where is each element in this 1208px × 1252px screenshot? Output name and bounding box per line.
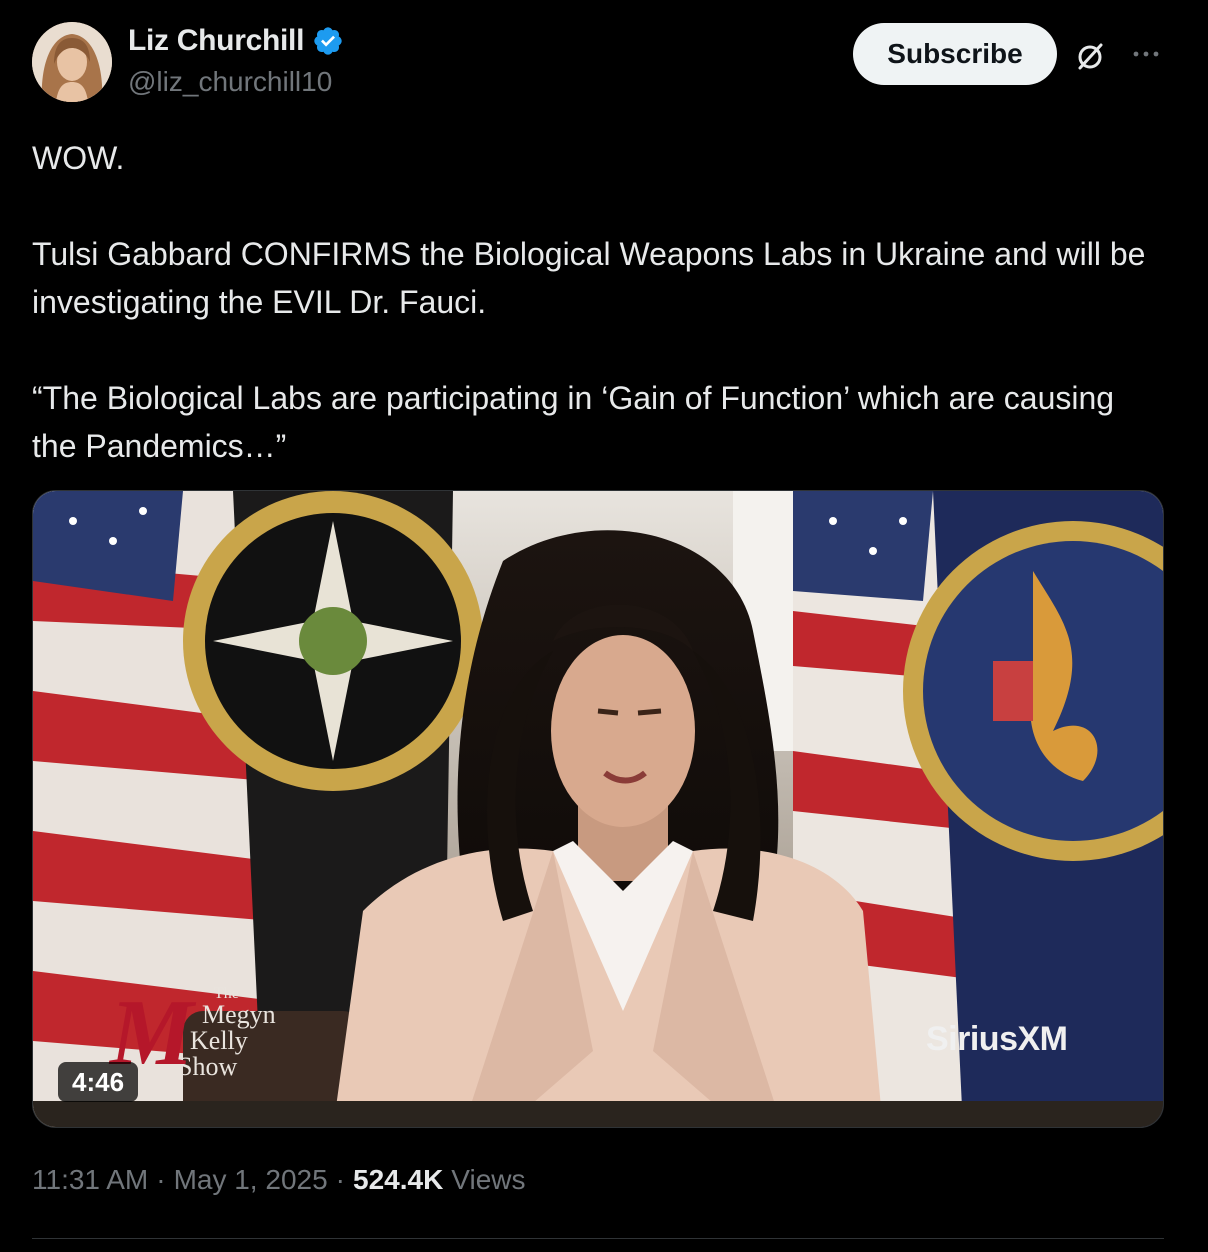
divider — [32, 1238, 1164, 1239]
avatar[interactable] — [32, 22, 112, 102]
subscribe-button[interactable]: Subscribe — [853, 23, 1057, 85]
meta-separator: · — [156, 1164, 166, 1195]
author-display-name[interactable]: Liz Churchill — [128, 24, 304, 58]
meta-separator: · — [335, 1164, 345, 1195]
author-handle[interactable]: @liz_churchill10 — [128, 66, 332, 98]
tweet-date[interactable]: May 1, 2025 — [174, 1164, 328, 1196]
megyn-kelly-show-logo: M The Megyn Kelly Show — [110, 986, 276, 1081]
grok-icon[interactable] — [1072, 38, 1108, 74]
tweet-meta: 11:31 AM · May 1, 2025 · 524.4K Views — [32, 1164, 525, 1196]
more-horizontal-icon[interactable] — [1128, 36, 1164, 72]
views-count[interactable]: 524.4K — [353, 1164, 443, 1196]
author-name-row[interactable]: Liz Churchill — [128, 24, 344, 58]
tweet-text-line: “The Biological Labs are participating i… — [32, 380, 1115, 464]
siriusxm-watermark: SiriusXM — [926, 1020, 1068, 1058]
video-duration-badge: 4:46 — [58, 1062, 139, 1102]
tweet-time[interactable]: 11:31 AM — [32, 1164, 148, 1196]
tweet-text: WOW. Tulsi Gabbard CONFIRMS the Biologic… — [32, 134, 1152, 470]
verified-badge-icon[interactable] — [312, 25, 344, 57]
tweet-text-line: Tulsi Gabbard CONFIRMS the Biological We… — [32, 236, 1146, 320]
tweet: Liz Churchill @liz_churchill10 Subscribe… — [0, 0, 1208, 1252]
avatar-image — [32, 22, 112, 102]
tweet-text-line: WOW. — [32, 140, 125, 176]
views-label[interactable]: Views — [451, 1164, 525, 1196]
